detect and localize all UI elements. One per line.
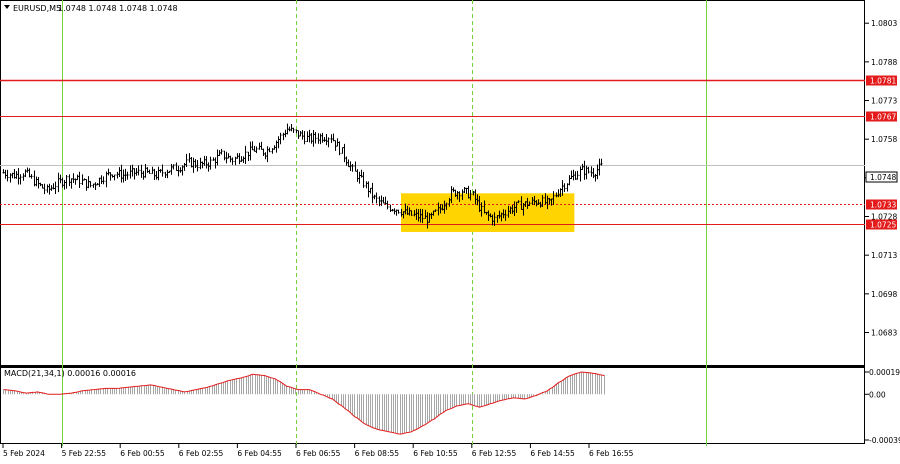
- level-label-0: 1.0781: [870, 77, 896, 86]
- macd-axis: 0.00019 0.00 -0.00039: [865, 368, 900, 445]
- time-tick-label: 6 Feb 08:55: [355, 449, 400, 458]
- trading-chart[interactable]: EURUSD,M5 1.0748 1.0748 1.0748 1.0748 MA…: [0, 0, 900, 460]
- chart-canvas[interactable]: EURUSD,M5 1.0748 1.0748 1.0748 1.0748 MA…: [0, 0, 900, 460]
- price-tick-label: 1.0773: [871, 97, 897, 106]
- macd-tick-label: 0.00: [869, 390, 886, 399]
- macd-tick-label: -0.00039: [869, 436, 900, 445]
- macd-label: MACD(21,34,1) 0.00016 0.00016: [4, 369, 136, 378]
- level-label-3: 1.0725: [870, 221, 896, 230]
- price-tick-label: 1.0803: [871, 19, 897, 28]
- time-tick-label: 6 Feb 04:55: [237, 449, 282, 458]
- level-label-2: 1.0733: [870, 201, 896, 210]
- macd-tick-label: 0.00019: [869, 368, 900, 377]
- time-tick-label: 6 Feb 00:55: [120, 449, 165, 458]
- price-tick-label: 1.0788: [871, 58, 897, 67]
- time-axis[interactable]: 5 Feb 2024 5 Feb 22:55 6 Feb 00:55 6 Feb 02…: [2, 444, 634, 458]
- level-label-1: 1.0767: [870, 113, 896, 122]
- time-tick-label: 6 Feb 16:55: [589, 449, 634, 458]
- time-tick-label: 5 Feb 2024: [3, 449, 45, 458]
- price-tick-label: 1.0698: [871, 290, 897, 299]
- time-tick-label: 6 Feb 06:55: [296, 449, 341, 458]
- time-tick-label: 6 Feb 10:55: [413, 449, 458, 458]
- ohlc-header: 1.0748 1.0748 1.0748 1.0748: [58, 4, 178, 13]
- price-tick-label: 1.0758: [871, 135, 897, 144]
- time-tick-label: 5 Feb 22:55: [62, 449, 107, 458]
- price-tick-label: 1.0683: [871, 328, 897, 337]
- current-price-label: 1.0748: [870, 173, 896, 182]
- macd-panel-frame: [0, 367, 865, 444]
- time-tick-label: 6 Feb 02:55: [179, 449, 224, 458]
- time-tick-label: 6 Feb 14:55: [530, 449, 575, 458]
- price-panel-frame: [0, 0, 865, 366]
- price-tick-label: 1.0713: [871, 251, 897, 260]
- time-tick-label: 6 Feb 12:55: [472, 449, 517, 458]
- symbol-header[interactable]: EURUSD,M5: [13, 4, 61, 13]
